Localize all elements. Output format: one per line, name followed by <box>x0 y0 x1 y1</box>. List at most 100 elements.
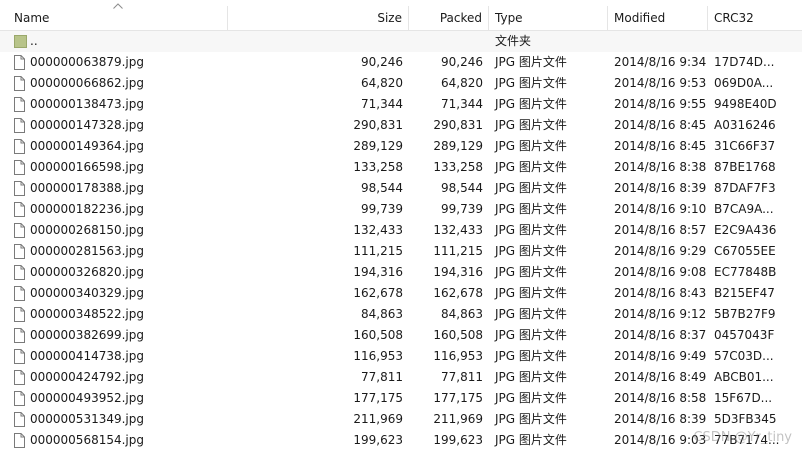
file-row[interactable]: 000000182236.jpg 99,739 99,739 JPG 图片文件 2014… <box>0 199 802 220</box>
file-packed-size: 162,678 <box>433 286 483 300</box>
file-name: 000000182236.jpg <box>30 202 144 216</box>
file-row[interactable]: 000000147328.jpg 290,831 290,831 JPG 图片文件 20… <box>0 115 802 136</box>
file-modified: 2014/8/16 9:34 <box>614 55 707 69</box>
file-modified: 2014/8/16 9:12 <box>614 307 707 321</box>
file-packed-size: 90,246 <box>441 55 483 69</box>
column-header-name[interactable]: Name <box>8 6 228 30</box>
file-crc32: 15F67D... <box>714 391 773 405</box>
file-row[interactable]: 000000063879.jpg 90,246 90,246 JPG 图片文件 2014… <box>0 52 802 73</box>
file-size: 98,544 <box>361 181 403 195</box>
file-crc32: B215EF47 <box>714 286 775 300</box>
file-row[interactable]: 000000281563.jpg 111,215 111,215 JPG 图片文件 20… <box>0 241 802 262</box>
file-row[interactable]: 000000178388.jpg 98,544 98,544 JPG 图片文件 2014… <box>0 178 802 199</box>
file-type: JPG 图片文件 <box>495 370 567 384</box>
file-type: JPG 图片文件 <box>495 118 567 132</box>
file-size: 199,623 <box>353 433 403 447</box>
file-modified: 2014/8/16 9:49 <box>614 349 707 363</box>
file-name: 000000063879.jpg <box>30 55 144 69</box>
file-modified: 2014/8/16 8:43 <box>614 286 707 300</box>
file-type: JPG 图片文件 <box>495 97 567 111</box>
file-size: 64,820 <box>361 76 403 90</box>
file-crc32: 9498E40D <box>714 97 777 111</box>
file-crc32: 069D0A... <box>714 76 774 90</box>
column-header-size[interactable]: Size <box>228 6 409 30</box>
file-type: JPG 图片文件 <box>495 286 567 300</box>
file-crc32: E2C9A436 <box>714 223 777 237</box>
file-size: 162,678 <box>353 286 403 300</box>
file-crc32: 17D74D... <box>714 55 775 69</box>
file-row[interactable]: 000000326820.jpg 194,316 194,316 JPG 图片文件 20… <box>0 262 802 283</box>
file-row[interactable]: 000000493952.jpg 177,175 177,175 JPG 图片文件 20… <box>0 388 802 409</box>
file-row[interactable]: 000000149364.jpg 289,129 289,129 JPG 图片文件 20… <box>0 136 802 157</box>
watermark: CSDN @Yr_tiny <box>693 430 792 445</box>
file-name: 000000166598.jpg <box>30 160 144 174</box>
file-modified: 2014/8/16 9:10 <box>614 202 707 216</box>
file-crc32: EC77848B <box>714 265 777 279</box>
file-modified: 2014/8/16 8:45 <box>614 139 707 153</box>
file-packed-size: 211,969 <box>433 412 483 426</box>
parent-folder-row[interactable]: .. 文件夹 <box>0 31 802 52</box>
file-name: 000000326820.jpg <box>30 265 144 279</box>
file-packed-size: 99,739 <box>441 202 483 216</box>
file-type: JPG 图片文件 <box>495 160 567 174</box>
column-header-modified[interactable]: Modified <box>608 6 708 30</box>
file-crc32: 5B7B27F9 <box>714 307 776 321</box>
file-row[interactable]: 000000138473.jpg 71,344 71,344 JPG 图片文件 2014… <box>0 94 802 115</box>
file-crc32: 57C03D... <box>714 349 774 363</box>
file-size: 211,969 <box>353 412 403 426</box>
file-rows: .. 文件夹 000000063879.jpg 90,246 90,246 JPG 图… <box>0 31 802 451</box>
file-name: 000000138473.jpg <box>30 97 144 111</box>
file-name: 000000382699.jpg <box>30 328 144 342</box>
file-row-container: 000000063879.jpg 90,246 90,246 JPG 图片文件 2014… <box>0 52 802 451</box>
file-row[interactable]: 000000382699.jpg 160,508 160,508 JPG 图片文件 20… <box>0 325 802 346</box>
file-size: 111,215 <box>353 244 403 258</box>
file-packed-size: 133,258 <box>433 160 483 174</box>
file-name: 000000340329.jpg <box>30 286 144 300</box>
file-size: 160,508 <box>353 328 403 342</box>
file-type: JPG 图片文件 <box>495 412 567 426</box>
file-row[interactable]: 000000531349.jpg 211,969 211,969 JPG 图片文件 20… <box>0 409 802 430</box>
file-name: 000000281563.jpg <box>30 244 144 258</box>
file-type: JPG 图片文件 <box>495 433 567 447</box>
file-type: JPG 图片文件 <box>495 328 567 342</box>
file-row[interactable]: 000000066862.jpg 64,820 64,820 JPG 图片文件 2014… <box>0 73 802 94</box>
file-name: 000000493952.jpg <box>30 391 144 405</box>
file-modified: 2014/8/16 8:57 <box>614 223 707 237</box>
file-row[interactable]: 000000166598.jpg 133,258 133,258 JPG 图片文件 20… <box>0 157 802 178</box>
column-header-type[interactable]: Type <box>489 6 608 30</box>
file-modified: 2014/8/16 8:58 <box>614 391 707 405</box>
file-type: JPG 图片文件 <box>495 55 567 69</box>
file-modified: 2014/8/16 9:29 <box>614 244 707 258</box>
file-row[interactable]: 000000340329.jpg 162,678 162,678 JPG 图片文件 20… <box>0 283 802 304</box>
file-crc32: 31C66F37 <box>714 139 776 153</box>
file-type: JPG 图片文件 <box>495 223 567 237</box>
file-modified: 2014/8/16 8:49 <box>614 370 707 384</box>
file-name: 000000268150.jpg <box>30 223 144 237</box>
file-name: 000000066862.jpg <box>30 76 144 90</box>
file-name: 000000424792.jpg <box>30 370 144 384</box>
parent-folder-type: 文件夹 <box>495 34 532 48</box>
archive-file-list: Name Size Packed Type Modified CRC32 .. … <box>0 0 802 455</box>
file-size: 290,831 <box>353 118 403 132</box>
file-size: 177,175 <box>353 391 403 405</box>
file-type: JPG 图片文件 <box>495 202 567 216</box>
column-header-packed[interactable]: Packed <box>409 6 489 30</box>
file-row[interactable]: 000000348522.jpg 84,863 84,863 JPG 图片文件 2014… <box>0 304 802 325</box>
file-packed-size: 64,820 <box>441 76 483 90</box>
file-modified: 2014/8/16 9:53 <box>614 76 707 90</box>
file-row[interactable]: 000000414738.jpg 116,953 116,953 JPG 图片文件 20… <box>0 346 802 367</box>
file-modified: 2014/8/16 8:38 <box>614 160 707 174</box>
file-row[interactable]: 000000568154.jpg 199,623 199,623 JPG 图片文件 20… <box>0 430 802 451</box>
file-type: JPG 图片文件 <box>495 265 567 279</box>
file-name: 000000178388.jpg <box>30 181 144 195</box>
file-crc32: 87DAF7F3 <box>714 181 776 195</box>
file-name: 000000414738.jpg <box>30 349 144 363</box>
file-row[interactable]: 000000424792.jpg 77,811 77,811 JPG 图片文件 2014… <box>0 367 802 388</box>
parent-folder-name: .. <box>30 34 38 48</box>
file-type: JPG 图片文件 <box>495 181 567 195</box>
column-header-bar: Name Size Packed Type Modified CRC32 <box>0 0 802 31</box>
file-packed-size: 289,129 <box>433 139 483 153</box>
file-size: 116,953 <box>353 349 403 363</box>
column-header-crc32[interactable]: CRC32 <box>708 6 802 30</box>
file-row[interactable]: 000000268150.jpg 132,433 132,433 JPG 图片文件 20… <box>0 220 802 241</box>
